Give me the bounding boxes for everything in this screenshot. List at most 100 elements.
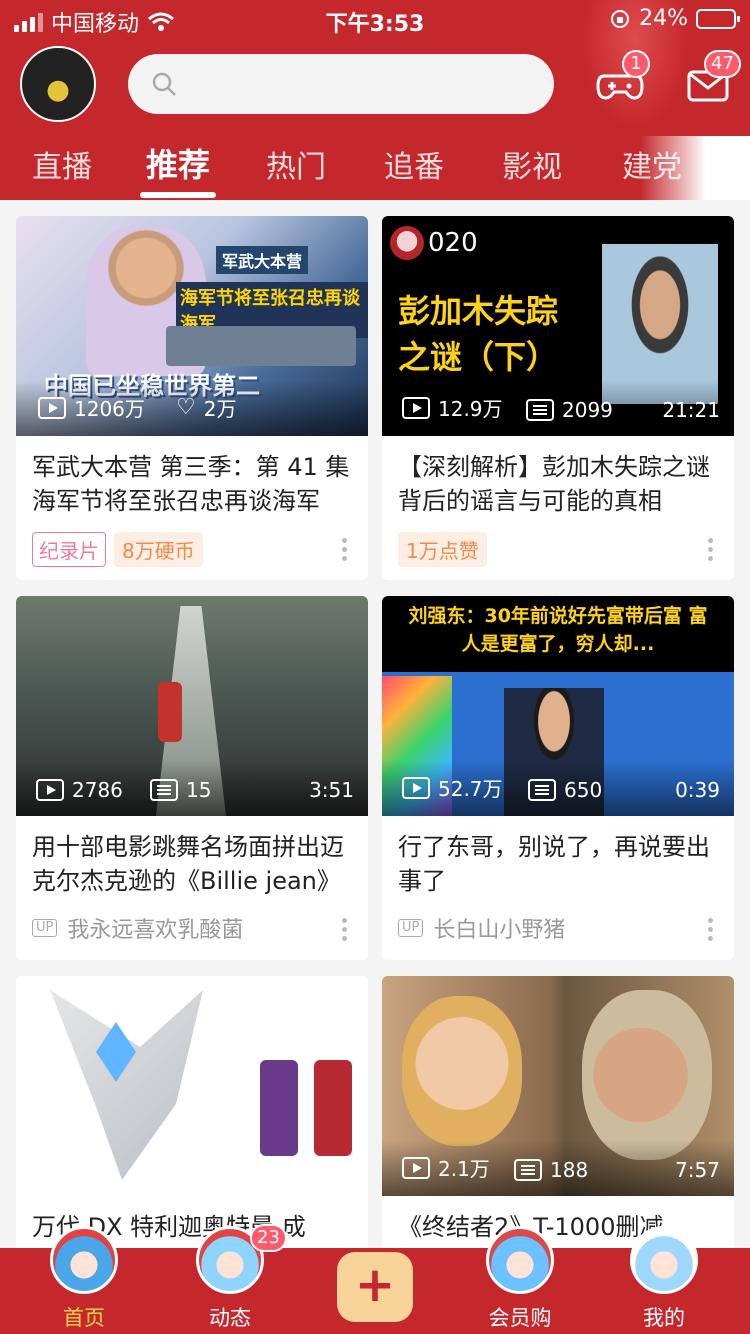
video-title[interactable]: 行了东哥，别说了，再说要出事了 (398, 830, 720, 898)
duration: 21:21 (662, 398, 720, 422)
header: 中国移动 下午3:53 24% 1 47 直播 推荐 热门 追番 影视 (0, 0, 750, 200)
view-count: 2.1万 (438, 1157, 490, 1181)
battery-icon (696, 8, 740, 29)
uploader-row[interactable]: UP 长白山小野猪 (398, 912, 565, 944)
tabs-fade (640, 136, 750, 200)
duration: 3:51 (309, 778, 354, 802)
nav-mine-label: 我的 (643, 1306, 685, 1330)
game-badge: 1 (622, 50, 650, 78)
nav-vip[interactable]: 会员购 (460, 1226, 580, 1334)
video-title[interactable]: 军武大本营 第三季：第 41 集 海军节将至张召忠再谈海军 (32, 450, 354, 518)
tab-anime[interactable]: 追番 (384, 142, 444, 186)
thumbnail-meta: 2786 15 3:51 (16, 760, 368, 816)
up-badge: UP (398, 919, 424, 937)
thumbnail-meta: 2.1万 188 7:57 (382, 1140, 734, 1196)
uploader-row[interactable]: UP 我永远喜欢乳酸菌 (32, 912, 243, 944)
danmaku-icon (528, 779, 556, 801)
danmaku-count: 188 (550, 1158, 589, 1182)
uploader-number: 020 (428, 228, 478, 258)
nav-dynamic[interactable]: 23 动态 (170, 1224, 290, 1334)
play-count-icon (402, 1156, 430, 1179)
video-thumbnail[interactable]: 2.1万 188 7:57 (382, 976, 734, 1196)
coin-tag: 8万硬币 (114, 532, 203, 567)
video-thumbnail[interactable] (16, 976, 368, 1196)
danmaku-icon (514, 1159, 542, 1181)
danmaku-icon (150, 779, 178, 801)
logo-text: 军武大本营 (216, 246, 309, 274)
tab-hot[interactable]: 热门 (266, 142, 326, 186)
thumbnail-meta: 1206万 ♡ 2万 (16, 380, 368, 436)
headline-text: 彭加木失踪之谜（下） (398, 292, 559, 376)
nav-vip-label: 会员购 (488, 1306, 552, 1330)
up-badge: UP (32, 919, 58, 937)
duration: 7:57 (675, 1158, 720, 1182)
video-title[interactable]: 【深刻解析】彭加木失踪之谜背后的谣言与可能的真相 (398, 450, 720, 518)
video-card[interactable]: 2.1万 188 7:57 《终结者2》T-1000删减 (382, 976, 734, 1266)
capsule-red (314, 1060, 352, 1156)
play-count-icon (402, 776, 430, 799)
video-title[interactable]: 用十部电影跳舞名场面拼出迈克尔杰克逊的《Billie jean》 (32, 830, 354, 898)
capsule-purple (260, 1060, 298, 1156)
danmaku-count: 2099 (562, 398, 613, 422)
video-card[interactable]: 军武大本营 海军节将至张召忠再谈海军 中国已坐稳世界第二 1206万 ♡2万 军… (16, 216, 368, 580)
video-thumbnail[interactable]: 2786 15 3:51 (16, 596, 368, 816)
tab-recommend[interactable]: 推荐 (146, 140, 210, 186)
messages-button[interactable]: 47 (686, 50, 741, 104)
home-icon (50, 1226, 118, 1294)
like-icon: ♡ (176, 395, 196, 420)
more-icon[interactable] (342, 918, 348, 945)
play-count-icon (402, 396, 430, 419)
nav-home[interactable]: 首页 (24, 1226, 144, 1334)
video-thumbnail[interactable]: 军武大本营 海军节将至张召忠再谈海军 中国已坐稳世界第二 1206万 ♡2万 (16, 216, 368, 436)
toy-image (50, 990, 203, 1180)
tab-film[interactable]: 影视 (502, 142, 562, 186)
tab-live[interactable]: 直播 (32, 142, 92, 186)
like-count: 2万 (203, 397, 237, 421)
woman-image (582, 990, 712, 1160)
video-thumbnail[interactable]: 刘强东：30年前说好先富带后富 富人是更富了，穷人却... 52.7万 650 … (382, 596, 734, 816)
girl-image (402, 996, 522, 1146)
thumbnail-meta: 12.9万 2099 21:21 (382, 380, 734, 436)
play-count-icon (36, 779, 64, 801)
video-thumbnail[interactable]: 020 彭加木失踪之谜（下） 12.9万 2099 21:21 (382, 216, 734, 436)
uploader-name[interactable]: 我永远喜欢乳酸菌 (67, 912, 243, 944)
game-center-button[interactable]: 1 (596, 50, 650, 104)
battery-percent: 24% (639, 6, 688, 31)
likes-tag: 1万点赞 (398, 532, 487, 567)
video-card[interactable]: 020 彭加木失踪之谜（下） 12.9万 2099 21:21 【深刻解析】彭加… (382, 216, 734, 580)
view-count: 2786 (72, 778, 123, 802)
more-icon[interactable] (708, 918, 714, 945)
card-tags: 1万点赞 (398, 532, 487, 567)
search-icon (152, 72, 176, 96)
danmaku-count: 650 (564, 778, 603, 802)
more-icon[interactable] (708, 538, 714, 565)
profile-icon (630, 1226, 698, 1294)
category-tag: 纪录片 (32, 532, 106, 567)
more-icon[interactable] (342, 538, 348, 565)
video-card[interactable]: 2786 15 3:51 用十部电影跳舞名场面拼出迈克尔杰克逊的《Billie … (16, 596, 368, 960)
uploader-name[interactable]: 长白山小野猪 (433, 912, 565, 944)
rotation-lock-icon (611, 9, 630, 28)
upload-plus-button[interactable]: + (337, 1252, 413, 1322)
mail-badge: 47 (704, 50, 741, 78)
video-card[interactable]: 万代 DX 特利迦奥特曼 成 (16, 976, 368, 1266)
category-tabs: 直播 推荐 热门 追番 影视 建党 (0, 136, 750, 200)
card-tags: 纪录片 8万硬币 (32, 532, 203, 567)
search-bar[interactable] (128, 54, 554, 114)
status-bar: 中国移动 下午3:53 24% (0, 0, 750, 40)
danmaku-icon (526, 399, 554, 421)
dancer-image (158, 682, 182, 742)
video-card[interactable]: 刘强东：30年前说好先富带后富 富人是更富了，穷人却... 52.7万 650 … (382, 596, 734, 960)
play-count-icon (38, 396, 66, 419)
uploader-avatar (390, 226, 424, 260)
active-tab-indicator (140, 192, 216, 198)
dynamic-badge: 23 (250, 1224, 287, 1252)
view-count: 1206万 (74, 397, 145, 421)
view-count: 52.7万 (438, 777, 503, 801)
view-count: 12.9万 (438, 397, 503, 421)
nav-mine[interactable]: 我的 (604, 1226, 724, 1334)
duration: 0:39 (675, 778, 720, 802)
danmaku-count: 15 (186, 778, 212, 802)
status-right: 24% (609, 6, 740, 31)
user-avatar[interactable] (20, 46, 96, 122)
